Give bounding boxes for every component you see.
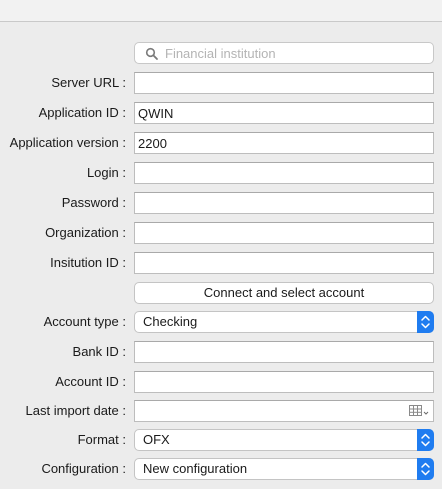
application-id-input[interactable]	[135, 103, 433, 123]
application-version-field[interactable]	[134, 132, 434, 154]
account-type-select[interactable]: Checking	[134, 311, 434, 333]
bank-id-input[interactable]	[135, 342, 433, 362]
login-field[interactable]	[134, 162, 434, 184]
server-url-input[interactable]	[135, 73, 433, 93]
application-version-label: Application version :	[9, 135, 126, 150]
login-input[interactable]	[135, 163, 433, 183]
password-field[interactable]	[134, 192, 434, 214]
configuration-value: New configuration	[143, 461, 248, 476]
calendar-icon[interactable]	[409, 405, 429, 417]
ofx-settings-window: Server URL : Application ID : Applicatio…	[0, 0, 442, 489]
format-label: Format :	[77, 432, 126, 447]
application-id-field[interactable]	[134, 102, 434, 124]
select-arrows-icon	[417, 429, 434, 451]
login-label: Login :	[86, 165, 126, 180]
last-import-date-field[interactable]	[134, 400, 434, 422]
server-url-field[interactable]	[134, 72, 434, 94]
institution-id-input[interactable]	[135, 253, 433, 273]
server-url-label: Server URL :	[51, 75, 126, 90]
application-id-label: Application ID :	[38, 105, 126, 120]
account-type-label: Account type :	[43, 314, 126, 329]
configuration-select[interactable]: New configuration	[134, 458, 434, 480]
configuration-label: Configuration :	[41, 461, 126, 476]
last-import-date-input[interactable]	[135, 401, 433, 421]
institution-id-field[interactable]	[134, 252, 434, 274]
account-id-field[interactable]	[134, 371, 434, 393]
institution-search-field[interactable]	[134, 42, 434, 64]
select-arrows-icon	[417, 458, 434, 480]
bank-id-label: Bank ID :	[72, 344, 126, 359]
organization-field[interactable]	[134, 222, 434, 244]
account-type-value: Checking	[143, 314, 198, 329]
account-id-input[interactable]	[135, 372, 433, 392]
format-value: OFX	[143, 432, 170, 447]
connect-and-select-account-button[interactable]: Connect and select account	[134, 282, 434, 304]
institution-search-input[interactable]	[165, 45, 425, 61]
account-id-label: Account ID :	[55, 374, 126, 389]
last-import-date-label: Last import date :	[25, 403, 126, 418]
window-top-bar	[0, 0, 442, 22]
bank-id-field[interactable]	[134, 341, 434, 363]
application-version-input[interactable]	[135, 133, 433, 153]
select-arrows-icon	[417, 311, 434, 333]
organization-input[interactable]	[135, 223, 433, 243]
password-label: Password :	[61, 195, 126, 210]
password-input[interactable]	[135, 193, 433, 213]
format-select[interactable]: OFX	[134, 429, 434, 451]
institution-id-label: Insitution ID :	[50, 255, 126, 270]
search-icon	[145, 47, 158, 60]
organization-label: Organization :	[45, 225, 126, 240]
